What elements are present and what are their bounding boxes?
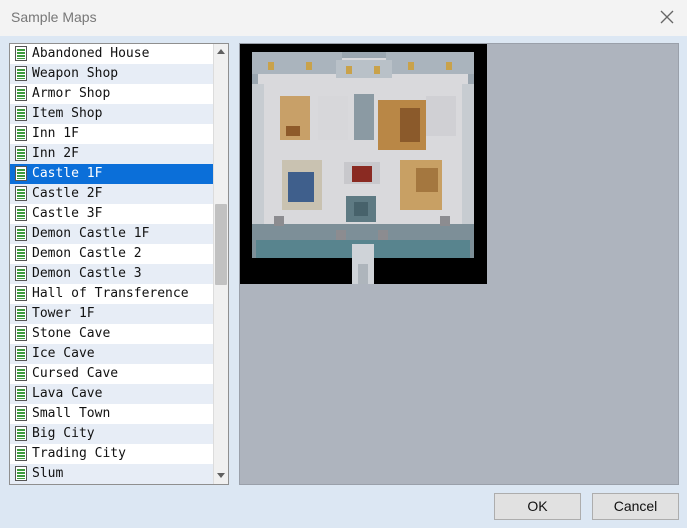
list-item-label: Slum	[32, 466, 64, 481]
list-item[interactable]: Item Shop	[10, 104, 213, 124]
list-item[interactable]: Big City	[10, 424, 213, 444]
list-item-label: Demon Castle 1F	[32, 226, 150, 241]
list-item[interactable]: Weapon Shop	[10, 64, 213, 84]
list-item[interactable]: Ice Cave	[10, 344, 213, 364]
list-item-label: Hall of Transference	[32, 286, 189, 301]
list-item[interactable]: Small Town	[10, 404, 213, 424]
list-item[interactable]: Inn 2F	[10, 144, 213, 164]
map-document-icon	[15, 346, 27, 361]
list-item-label: Demon Castle 2	[32, 246, 142, 261]
list-item[interactable]: Stone Cave	[10, 324, 213, 344]
scroll-thumb[interactable]	[215, 204, 227, 285]
list-item[interactable]: Abandoned House	[10, 44, 213, 64]
map-document-icon	[15, 106, 27, 121]
list-item-label: Armor Shop	[32, 86, 111, 101]
list-item-label: Demon Castle 3	[32, 266, 142, 281]
title-bar: Sample Maps	[0, 0, 687, 36]
list-item-label: Trading City	[32, 446, 126, 461]
list-item-label: Castle 3F	[32, 206, 103, 221]
list-item[interactable]: Armor Shop	[10, 84, 213, 104]
map-document-icon	[15, 446, 27, 461]
list-item[interactable]: Demon Castle 2	[10, 244, 213, 264]
ok-button[interactable]: OK	[494, 493, 581, 520]
sample-maps-dialog: Sample Maps Abandoned House Weapon Shop Ar…	[0, 0, 687, 528]
scroll-down-button[interactable]	[214, 468, 228, 484]
list-item-label: Ice Cave	[32, 346, 95, 361]
map-document-icon	[15, 206, 27, 221]
map-document-icon	[15, 406, 27, 421]
list-item[interactable]: Castle 3F	[10, 204, 213, 224]
list-item-label: Castle 2F	[32, 186, 103, 201]
list-item-label: Inn 1F	[32, 126, 79, 141]
map-preview-panel	[239, 43, 679, 485]
map-list[interactable]: Abandoned House Weapon Shop Armor Shop Item…	[10, 44, 213, 484]
map-document-icon	[15, 146, 27, 161]
cancel-button[interactable]: Cancel	[592, 493, 679, 520]
list-item[interactable]: Trading City	[10, 444, 213, 464]
window-title: Sample Maps	[11, 9, 97, 25]
list-item-label: Cursed Cave	[32, 366, 119, 381]
list-item[interactable]: Tower 1F	[10, 304, 213, 324]
map-document-icon	[15, 326, 27, 341]
map-document-icon	[15, 66, 27, 81]
close-button[interactable]	[655, 6, 679, 28]
map-document-icon	[15, 466, 27, 481]
map-document-icon	[15, 306, 27, 321]
map-document-icon	[15, 166, 27, 181]
list-item-label: Abandoned House	[32, 46, 150, 61]
map-document-icon	[15, 86, 27, 101]
map-document-icon	[15, 186, 27, 201]
list-item[interactable]: Castle 1F	[10, 164, 213, 184]
map-document-icon	[15, 246, 27, 261]
map-document-icon	[15, 386, 27, 401]
list-item[interactable]: Slum	[10, 464, 213, 484]
list-item[interactable]: Cursed Cave	[10, 364, 213, 384]
list-item-label: Stone Cave	[32, 326, 111, 341]
list-item-label: Lava Cave	[32, 386, 103, 401]
close-icon	[660, 10, 674, 24]
list-item[interactable]: Castle 2F	[10, 184, 213, 204]
list-item-label: Small Town	[32, 406, 111, 421]
list-item-label: Tower 1F	[32, 306, 95, 321]
list-item[interactable]: Lava Cave	[10, 384, 213, 404]
list-item-label: Castle 1F	[32, 166, 103, 181]
list-scrollbar[interactable]	[213, 44, 228, 484]
map-document-icon	[15, 226, 27, 241]
arrow-up-icon	[217, 49, 225, 54]
list-item[interactable]: Demon Castle 1F	[10, 224, 213, 244]
arrow-down-icon	[217, 473, 225, 478]
map-preview-image	[240, 44, 487, 284]
map-document-icon	[15, 426, 27, 441]
list-item-label: Inn 2F	[32, 146, 79, 161]
list-item[interactable]: Inn 1F	[10, 124, 213, 144]
list-item-label: Big City	[32, 426, 95, 441]
map-document-icon	[15, 366, 27, 381]
list-item[interactable]: Demon Castle 3	[10, 264, 213, 284]
list-item-label: Item Shop	[32, 106, 103, 121]
map-document-icon	[15, 266, 27, 281]
list-item[interactable]: Hall of Transference	[10, 284, 213, 304]
scroll-up-button[interactable]	[214, 44, 228, 60]
map-document-icon	[15, 126, 27, 141]
map-document-icon	[15, 286, 27, 301]
map-listbox[interactable]: Abandoned House Weapon Shop Armor Shop Item…	[9, 43, 229, 485]
map-document-icon	[15, 46, 27, 61]
list-item-label: Weapon Shop	[32, 66, 119, 81]
